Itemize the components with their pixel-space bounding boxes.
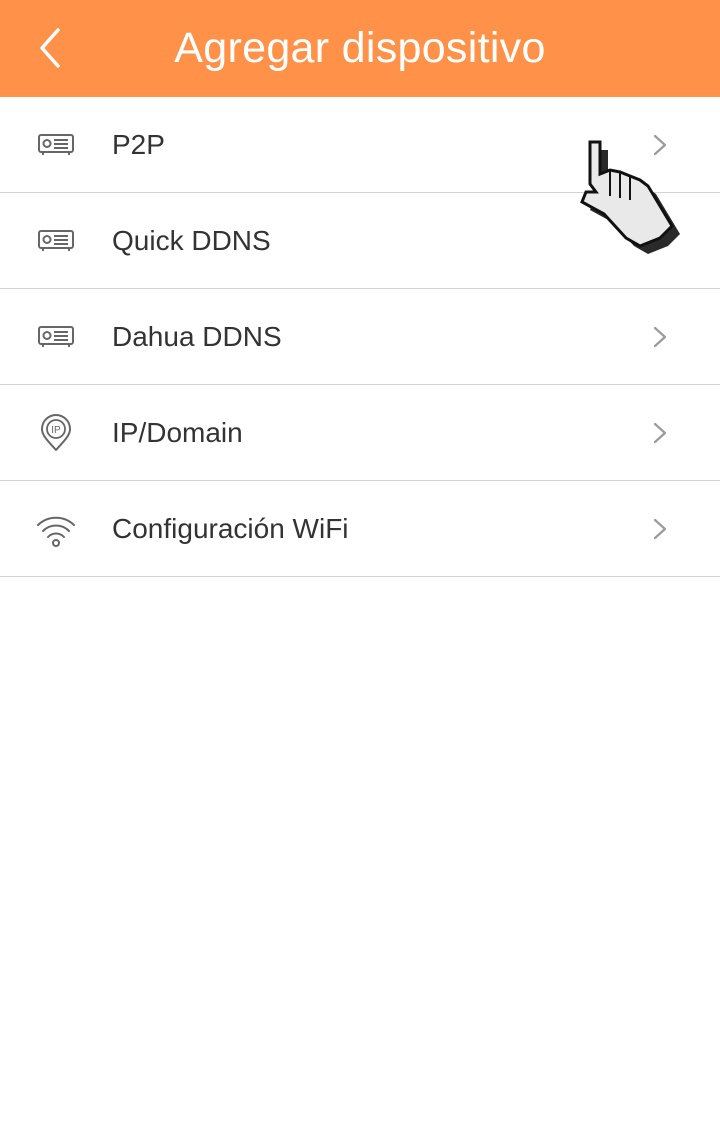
page-title: Agregar dispositivo xyxy=(174,24,546,72)
chevron-right-icon xyxy=(648,323,672,351)
dvr-device-icon xyxy=(34,126,78,164)
chevron-right-icon xyxy=(648,419,672,447)
chevron-right-icon xyxy=(648,515,672,543)
menu-item-label: P2P xyxy=(112,129,165,160)
svg-text:IP: IP xyxy=(51,425,61,436)
menu-item-label: IP/Domain xyxy=(112,417,243,448)
hand-pointer-cursor-icon xyxy=(576,134,688,258)
menu-item-label: Quick DDNS xyxy=(112,225,271,256)
ip-location-pin-icon: IP xyxy=(34,414,78,452)
menu-item-dahua-ddns[interactable]: Dahua DDNS xyxy=(0,289,720,385)
dvr-device-icon xyxy=(34,222,78,260)
dvr-device-icon xyxy=(34,318,78,356)
menu-item-label: Configuración WiFi xyxy=(112,513,349,544)
wifi-icon xyxy=(34,510,78,548)
menu-item-label: Dahua DDNS xyxy=(112,321,282,352)
menu-item-ip-domain[interactable]: IP IP/Domain xyxy=(0,385,720,481)
menu-item-wifi-config[interactable]: Configuración WiFi xyxy=(0,481,720,577)
app-header: Agregar dispositivo xyxy=(0,0,720,97)
